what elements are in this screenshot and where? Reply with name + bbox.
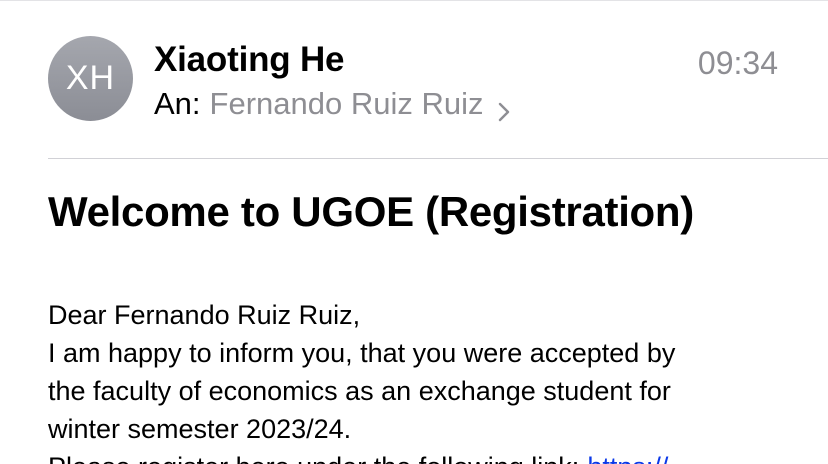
sender-name[interactable]: Xiaoting He: [154, 40, 345, 80]
body-line: the faculty of economics as an exchange …: [48, 376, 671, 406]
recipient-row[interactable]: An: Fernando Ruiz Ruiz: [154, 86, 510, 122]
message-timestamp: 09:34: [697, 45, 778, 81]
email-view: XH Xiaoting He 09:34 An: Fernando Ruiz R…: [0, 0, 828, 464]
email-subject: Welcome to UGOE (Registration): [48, 188, 694, 235]
recipient-label: An:: [154, 86, 201, 121]
body-line-register-text: Please register here under the following…: [48, 452, 579, 464]
body-line: I am happy to inform you, that you were …: [48, 338, 676, 368]
recipient-name[interactable]: Fernando Ruiz Ruiz: [210, 86, 484, 122]
body-line-greeting: Dear Fernando Ruiz Ruiz,: [48, 300, 361, 330]
avatar-initials: XH: [65, 59, 116, 97]
body-line-register: Please register here under the following…: [48, 448, 808, 464]
email-body: Dear Fernando Ruiz Ruiz, I am happy to i…: [48, 296, 808, 464]
chevron-right-icon[interactable]: [498, 94, 510, 122]
body-line: winter semester 2023/24.: [48, 414, 352, 444]
email-header: XH Xiaoting He 09:34 An: Fernando Ruiz R…: [0, 0, 828, 160]
registration-link[interactable]: https://: [587, 452, 668, 464]
avatar[interactable]: XH: [48, 36, 133, 121]
header-divider: [48, 158, 828, 159]
